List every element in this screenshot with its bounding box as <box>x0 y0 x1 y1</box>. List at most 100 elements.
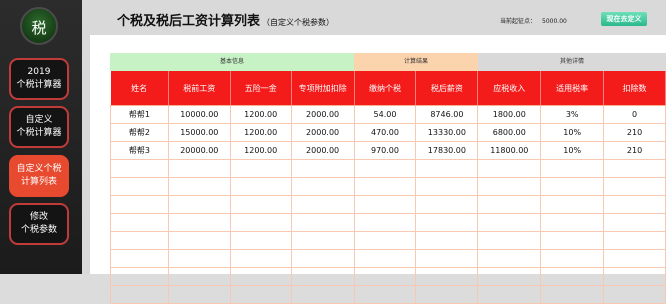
table-cell <box>110 231 169 250</box>
column-header: 扣除数 <box>603 71 666 106</box>
table-cell <box>291 159 355 178</box>
table-row[interactable]: 帮帮3 20000.00 1200.00 2000.00 970.00 17830.00 1… <box>110 141 666 160</box>
table-cell <box>354 249 417 268</box>
table-cell <box>603 249 666 268</box>
table-cell: 10% <box>540 123 605 142</box>
table-cell <box>230 159 292 178</box>
table-cell <box>110 267 169 286</box>
table-cell <box>110 285 169 304</box>
nav-custom-tax-list[interactable]: 自定义个税 计算列表 <box>9 155 69 197</box>
table-row[interactable] <box>110 213 666 232</box>
table-row[interactable] <box>110 195 666 214</box>
main-area: 个税及税后工资计算列表 （自定义个税参数） 当前起征点： 5000.00 现在去定义… <box>82 0 666 304</box>
table-cell: 210 <box>603 141 666 160</box>
nav-item-line2: 个税参数 <box>20 225 57 235</box>
table-row[interactable] <box>110 285 666 304</box>
tax-logo-icon: 税 <box>20 7 58 45</box>
table-cell: 2000.00 <box>291 141 355 160</box>
table-cell <box>540 195 605 214</box>
table-cell <box>230 249 292 268</box>
table-cell <box>230 231 292 250</box>
group-header-other-details[interactable]: 其他详情 <box>478 53 666 71</box>
table-row[interactable] <box>110 177 666 196</box>
table-cell <box>415 267 479 286</box>
table-cell <box>603 267 666 286</box>
nav-item-line2: 计算列表 <box>20 177 57 187</box>
result-panel: 基本信息 计算结果 其他详情 姓名 税前工资 五险一金 专项附加扣除 缴纳个税 税后薪资应… <box>90 35 666 304</box>
table-cell: 13330.00 <box>415 123 479 142</box>
table-cell <box>354 231 417 250</box>
page-title-text: 个税及税后工资计算列表 <box>117 14 261 29</box>
define-now-button[interactable]: 现在去定义 <box>601 12 647 26</box>
table-cell: 1200.00 <box>230 141 292 160</box>
table-cell: 10000.00 <box>168 105 231 124</box>
table-cell <box>291 285 355 304</box>
nav-item-line1: 自定义个税 <box>16 164 62 174</box>
table-cell <box>540 231 605 250</box>
table-cell: 帮帮1 <box>110 105 169 124</box>
nav-modify-tax-params[interactable]: 修改 个税参数 <box>9 203 69 245</box>
table-cell <box>477 177 542 196</box>
table-cell <box>168 213 231 232</box>
table-cell <box>603 231 666 250</box>
table-cell <box>540 267 605 286</box>
table-cell: 210 <box>603 123 666 142</box>
table-header-row: 姓名 税前工资 五险一金 专项附加扣除 缴纳个税 税后薪资 应税收入 适用税率 扣除数 <box>110 71 666 106</box>
sidebar: 税 2019 个税计算器 自定义 个税计算器 自定义个税 计算列表 修改 个税参… <box>0 0 82 274</box>
table-cell <box>354 213 417 232</box>
threshold-display: 当前起征点： 5000.00 <box>500 16 567 25</box>
nav-custom-tax-calculator[interactable]: 自定义 个税计算器 <box>9 106 69 148</box>
table-cell <box>291 213 355 232</box>
table-cell <box>603 213 666 232</box>
nav-item-line1: 自定义 <box>25 115 53 125</box>
table-row[interactable] <box>110 231 666 250</box>
nav-item-line1: 修改 <box>29 212 48 222</box>
table-cell: 970.00 <box>354 141 417 160</box>
table-cell <box>415 213 479 232</box>
table-cell <box>230 177 292 196</box>
table-cell: 54.00 <box>354 105 417 124</box>
column-header: 专项附加扣除 <box>291 71 355 106</box>
table-cell: 17830.00 <box>415 141 479 160</box>
table-cell <box>477 231 542 250</box>
nav-2019-tax-calculator[interactable]: 2019 个税计算器 <box>9 58 69 100</box>
table-cell: 帮帮3 <box>110 141 169 160</box>
table-cell <box>603 177 666 196</box>
column-header: 姓名 <box>110 71 169 106</box>
table-cell <box>230 213 292 232</box>
table-cell <box>168 159 231 178</box>
table-cell <box>291 267 355 286</box>
table-cell <box>168 177 231 196</box>
table-row[interactable] <box>110 249 666 268</box>
table-cell <box>110 195 169 214</box>
table-cell: 2000.00 <box>291 123 355 142</box>
column-header: 适用税率 <box>540 71 605 106</box>
table-cell <box>477 195 542 214</box>
nav-item-line1: 2019 <box>27 67 51 77</box>
table-cell <box>110 177 169 196</box>
table-cell <box>354 177 417 196</box>
threshold-value: 5000.00 <box>542 18 567 25</box>
table-cell <box>291 231 355 250</box>
group-header-calc-result[interactable]: 计算结果 <box>354 53 478 71</box>
table-cell <box>110 159 169 178</box>
table-cell <box>354 285 417 304</box>
table-cell <box>168 249 231 268</box>
nav-item-line2: 个税计算器 <box>16 128 62 138</box>
table-cell: 1200.00 <box>230 123 292 142</box>
table-cell <box>230 267 292 286</box>
table-cell <box>230 285 292 304</box>
table-row[interactable]: 帮帮1 10000.00 1200.00 2000.00 54.00 8746.00 180… <box>110 105 666 124</box>
table-cell <box>477 249 542 268</box>
table-cell <box>603 285 666 304</box>
nav-item-line2: 个税计算器 <box>16 80 62 90</box>
table-row[interactable]: 帮帮2 15000.00 1200.00 2000.00 470.00 13330.00 6… <box>110 123 666 142</box>
table-cell <box>477 213 542 232</box>
page-title: 个税及税后工资计算列表 （自定义个税参数） <box>117 10 334 29</box>
table-cell: 10% <box>540 141 605 160</box>
table-row[interactable] <box>110 159 666 178</box>
page-subtitle: （自定义个税参数） <box>262 18 335 27</box>
table-row[interactable] <box>110 267 666 286</box>
group-header-basic-info[interactable]: 基本信息 <box>110 53 354 71</box>
table-cell <box>540 285 605 304</box>
